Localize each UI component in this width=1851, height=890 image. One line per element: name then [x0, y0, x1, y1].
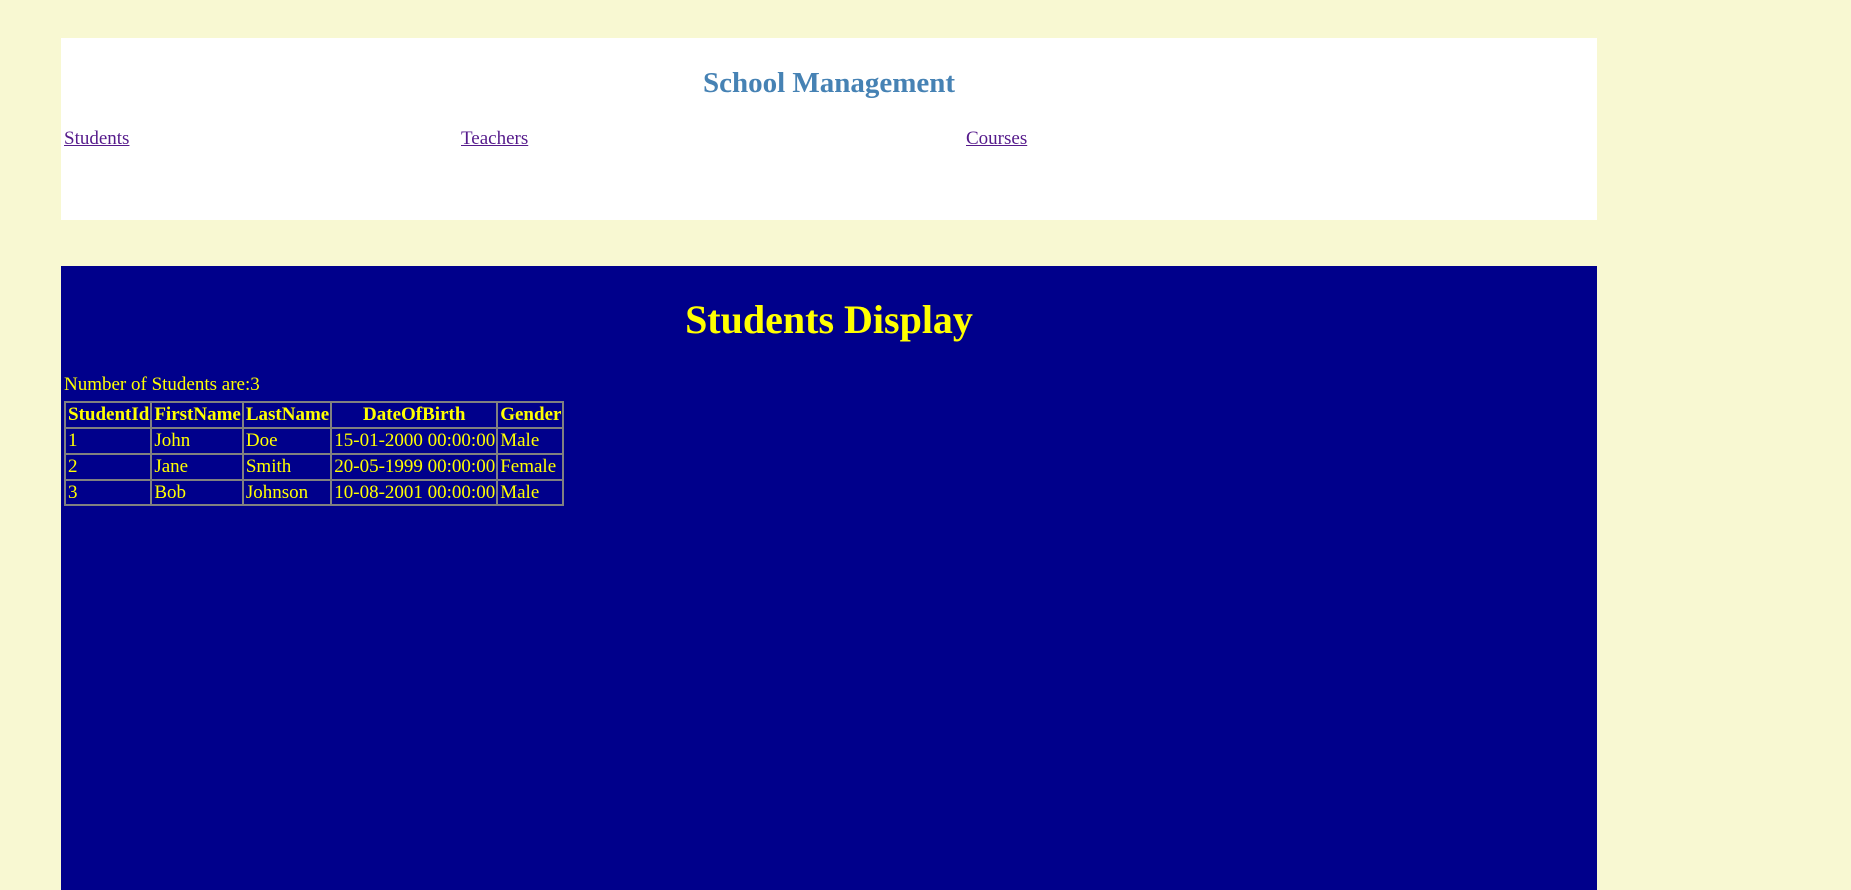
table-row: 3 Bob Johnson 10-08-2001 00:00:00 Male	[65, 479, 564, 506]
nav-link-students[interactable]: Students	[64, 128, 129, 151]
table-row: 2 Jane Smith 20-05-1999 00:00:00 Female	[65, 453, 564, 480]
nav-link-teachers[interactable]: Teachers	[461, 128, 528, 151]
cell-studentid: 1	[65, 427, 152, 454]
cell-dateofbirth: 15-01-2000 00:00:00	[331, 427, 498, 454]
cell-lastname: Smith	[242, 453, 332, 480]
cell-firstname: Bob	[151, 479, 243, 506]
cell-dateofbirth: 20-05-1999 00:00:00	[331, 453, 498, 480]
cell-gender: Male	[497, 427, 564, 454]
column-header-lastname: LastName	[242, 402, 332, 428]
student-count: Number of Students are:3	[64, 374, 260, 395]
cell-lastname: Doe	[242, 427, 332, 454]
column-header-studentid: StudentId	[65, 402, 152, 428]
site-header: School Management Students Teachers Cour…	[61, 38, 1597, 220]
cell-gender: Female	[497, 453, 564, 480]
table-header-row: StudentId FirstName LastName DateOfBirth…	[65, 402, 564, 428]
column-header-gender: Gender	[497, 402, 564, 428]
cell-gender: Male	[497, 479, 564, 506]
cell-studentid: 2	[65, 453, 152, 480]
students-table: StudentId FirstName LastName DateOfBirth…	[64, 401, 565, 507]
site-title: School Management	[702, 67, 956, 99]
page-heading: Students Display	[685, 297, 973, 342]
column-header-firstname: FirstName	[151, 402, 243, 428]
cell-dateofbirth: 10-08-2001 00:00:00	[331, 479, 498, 506]
cell-firstname: Jane	[151, 453, 243, 480]
table-row: 1 John Doe 15-01-2000 00:00:00 Male	[65, 427, 564, 454]
main-content: Students Display Number of Students are:…	[61, 266, 1597, 890]
cell-firstname: John	[151, 427, 243, 454]
cell-studentid: 3	[65, 479, 152, 506]
column-header-dateofbirth: DateOfBirth	[331, 402, 498, 428]
cell-lastname: Johnson	[242, 479, 332, 506]
nav-link-courses[interactable]: Courses	[966, 128, 1027, 151]
